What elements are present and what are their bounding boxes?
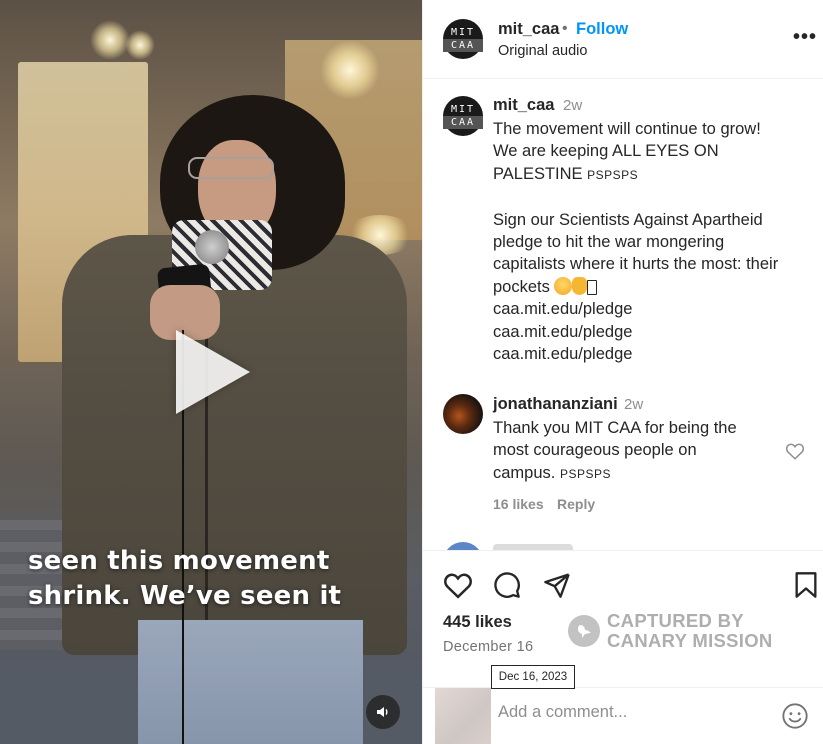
caption-line: seen this movement xyxy=(28,546,330,576)
background-light xyxy=(125,30,155,60)
audio-link[interactable]: Original audio xyxy=(498,43,587,59)
post-header: MIT CAA mit_caa • Follow Original audio … xyxy=(423,0,823,79)
comment-input[interactable] xyxy=(498,703,768,722)
avatar[interactable]: MIT CAA xyxy=(443,96,483,136)
heart-glyph xyxy=(785,443,805,460)
bookmark-icon[interactable] xyxy=(794,571,818,604)
speaker-glyph xyxy=(377,707,388,717)
avatar-text-bottom: CAA xyxy=(443,39,483,52)
avatar[interactable] xyxy=(443,394,483,434)
comment-line: Thank you MIT CAA for being the xyxy=(493,419,737,437)
share-send-icon[interactable] xyxy=(543,571,571,604)
reply-button[interactable]: Reply xyxy=(557,496,595,512)
add-comment-bar xyxy=(423,687,823,744)
comment-tag: PSPSPS xyxy=(559,466,611,481)
canary-bird-icon xyxy=(568,615,600,647)
caption-tag: PSPSPS xyxy=(587,167,639,182)
comment-timestamp[interactable]: 2w xyxy=(624,396,643,413)
caption-line: capitalists where it hurts the most: the… xyxy=(493,255,779,274)
caption-line: pockets xyxy=(493,276,813,298)
speaker-icon[interactable] xyxy=(366,695,400,729)
comment-likes[interactable]: 16 likes xyxy=(493,496,544,512)
pledge-link[interactable]: caa.mit.edu/pledge xyxy=(493,321,813,343)
background-light xyxy=(320,40,380,100)
comments-area: MIT CAA mit_caa 2w The movement will con… xyxy=(423,80,823,550)
caption-line: PALESTINE PSPSPS xyxy=(493,163,813,186)
blurred-avatar xyxy=(435,688,491,744)
comment-glyph xyxy=(494,572,520,598)
raised-fist-icon xyxy=(572,276,588,295)
caption-line: pledge to hit the war mongering xyxy=(493,233,725,252)
likes-count[interactable]: 445 likes xyxy=(443,613,512,632)
follow-button[interactable]: Follow xyxy=(576,20,628,39)
post-date[interactable]: December 16 xyxy=(443,639,533,655)
caption-line: The movement will continue to grow! xyxy=(493,120,761,138)
avatar[interactable] xyxy=(443,542,483,550)
heart-glyph xyxy=(444,573,472,599)
canary-mission-watermark: CAPTURED BY CANARY MISSION xyxy=(568,611,773,651)
person-jeans xyxy=(138,620,363,744)
more-options-icon[interactable]: ••• xyxy=(793,26,817,49)
emoji-smiley-icon[interactable] xyxy=(781,702,809,735)
comment-line: campus. PSPSPS xyxy=(493,462,783,485)
angry-face-icon xyxy=(554,276,573,295)
avatar-text-top: MIT xyxy=(450,104,476,115)
watermark-text: CAPTURED BY CANARY MISSION xyxy=(607,611,773,651)
person-glasses xyxy=(188,157,274,179)
comment-text: Thank you MIT CAA for being the most cou… xyxy=(493,417,783,485)
watermark-line: CANARY MISSION xyxy=(607,630,773,651)
heart-icon[interactable] xyxy=(785,442,805,465)
post-actions: 445 likes December 16 CAPTURED BY CANARY… xyxy=(423,550,823,744)
caption-text: The movement will continue to grow! We a… xyxy=(493,118,813,365)
background-light xyxy=(90,20,130,60)
comment-username[interactable]: jonathananziani xyxy=(493,395,618,414)
send-glyph xyxy=(544,573,570,598)
play-icon[interactable] xyxy=(176,330,250,414)
caption-timestamp[interactable]: 2w xyxy=(563,97,582,114)
comment-line-text: campus. xyxy=(493,463,556,482)
avatar-text-bottom: CAA xyxy=(443,116,483,129)
caption-line-text: PALESTINE xyxy=(493,164,583,183)
comment-line: most courageous people on xyxy=(493,441,697,460)
post-side-panel: MIT CAA mit_caa • Follow Original audio … xyxy=(422,0,823,744)
caption-username[interactable]: mit_caa xyxy=(493,96,554,115)
bird-glyph xyxy=(578,625,591,638)
caption-line: Sign our Scientists Against Apartheid xyxy=(493,210,763,229)
video-player[interactable]: seen this movement shrink. We’ve seen it xyxy=(0,0,422,744)
caption-line: We are keeping ALL EYES ON xyxy=(493,142,719,161)
smiley-glyph xyxy=(782,703,808,729)
microphone xyxy=(195,230,229,264)
caption-line: shrink. We’ve seen it xyxy=(28,581,342,611)
author-username[interactable]: mit_caa xyxy=(498,20,559,39)
separator-dot: • xyxy=(562,20,568,37)
like-heart-icon[interactable] xyxy=(443,571,473,604)
comment-bubble-icon[interactable] xyxy=(493,571,521,604)
caption-line-text: pockets xyxy=(493,277,550,296)
avatar[interactable]: MIT CAA xyxy=(443,19,483,59)
bookmark-glyph xyxy=(795,572,817,598)
date-tooltip: Dec 16, 2023 xyxy=(491,665,575,689)
avatar-text-top: MIT xyxy=(450,27,476,38)
video-caption: seen this movement shrink. We’ve seen it xyxy=(28,544,341,614)
missing-glyph-icon xyxy=(587,279,598,295)
pledge-link[interactable]: caa.mit.edu/pledge xyxy=(493,343,813,365)
watermark-line: CAPTURED BY xyxy=(607,610,744,631)
pledge-link[interactable]: caa.mit.edu/pledge xyxy=(493,298,813,320)
